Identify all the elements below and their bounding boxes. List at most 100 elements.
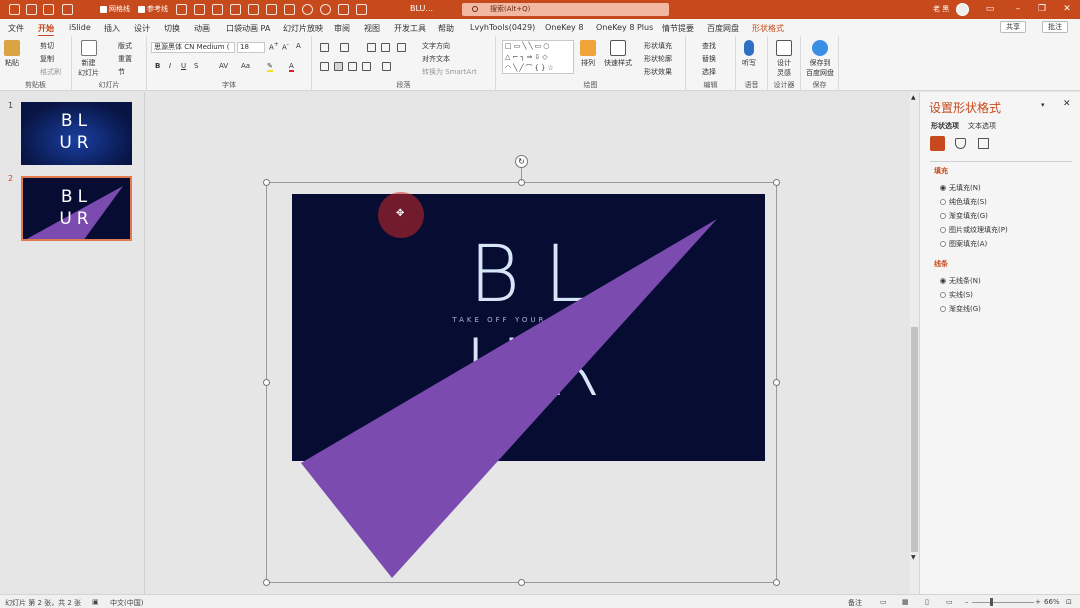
tab-transitions[interactable]: 切换 bbox=[164, 23, 180, 34]
paste-button[interactable]: 粘贴 bbox=[4, 40, 20, 68]
ribbon-display-icon[interactable]: ▭ bbox=[983, 2, 997, 16]
bullets-icon[interactable] bbox=[320, 43, 329, 52]
picture-fill-radio[interactable]: 图片或纹理填充(P) bbox=[940, 225, 1008, 235]
text-direction-button[interactable]: 文字方向 bbox=[422, 41, 450, 51]
zoom-slider[interactable] bbox=[972, 602, 1034, 603]
resize-handle[interactable] bbox=[773, 379, 780, 386]
document-name[interactable]: BLU... bbox=[410, 4, 433, 13]
cut-button[interactable]: 剪切 bbox=[40, 41, 54, 51]
rotate-handle-icon[interactable]: ↻ bbox=[515, 155, 528, 168]
resize-handle[interactable] bbox=[263, 379, 270, 386]
font-color-icon[interactable]: A bbox=[289, 62, 294, 72]
align-left-icon[interactable] bbox=[320, 62, 329, 71]
pane-close-icon[interactable]: ✕ bbox=[1063, 99, 1071, 109]
restore-icon[interactable]: ❐ bbox=[1035, 2, 1049, 16]
increase-indent-icon[interactable] bbox=[381, 43, 390, 52]
resize-handle[interactable] bbox=[518, 579, 525, 586]
align-right-icon[interactable] bbox=[348, 62, 357, 71]
tab-islide[interactable]: iSlide bbox=[69, 23, 91, 32]
notes-button[interactable]: 备注 bbox=[848, 598, 862, 608]
tab-insert[interactable]: 插入 bbox=[104, 23, 120, 34]
select-button[interactable]: 选择 bbox=[702, 67, 716, 77]
resize-handle[interactable] bbox=[773, 579, 780, 586]
find-button[interactable]: 查找 bbox=[702, 41, 716, 51]
solid-line-radio[interactable]: 实线(S) bbox=[940, 290, 973, 300]
slide-sorter-icon[interactable]: ▦ bbox=[902, 598, 909, 606]
font-name-select[interactable]: 思源黑体 CN Medium ( bbox=[151, 42, 235, 53]
tab-animations[interactable]: 动画 bbox=[194, 23, 210, 34]
underline-icon[interactable]: U bbox=[181, 62, 186, 70]
redo-icon[interactable] bbox=[43, 4, 54, 15]
arrange-button[interactable]: 排列 bbox=[580, 40, 596, 68]
toolbar-icon[interactable] bbox=[176, 4, 187, 15]
scroll-up-icon[interactable]: ▲ bbox=[911, 94, 916, 101]
normal-view-icon[interactable]: ▭ bbox=[880, 598, 887, 606]
char-spacing-icon[interactable]: AV bbox=[219, 62, 228, 70]
zoom-in-icon[interactable]: + bbox=[1035, 598, 1041, 606]
minimize-icon[interactable]: – bbox=[1011, 2, 1025, 16]
zoom-out-icon[interactable]: – bbox=[965, 598, 969, 606]
save-icon[interactable] bbox=[9, 4, 20, 15]
effects-icon[interactable] bbox=[955, 138, 966, 149]
tab-text-options[interactable]: 文本选项 bbox=[968, 121, 996, 131]
save-to-baidu-button[interactable]: 保存到 百度网盘 bbox=[806, 40, 834, 78]
solid-fill-radio[interactable]: 纯色填充(S) bbox=[940, 197, 987, 207]
no-line-radio[interactable]: 无线条(N) bbox=[940, 276, 981, 286]
gradient-fill-radio[interactable]: 渐变填充(G) bbox=[940, 211, 988, 221]
decrease-indent-icon[interactable] bbox=[367, 43, 376, 52]
bold-icon[interactable]: B bbox=[155, 62, 160, 70]
slide-thumbnail[interactable]: BL UR bbox=[21, 102, 132, 165]
columns-icon[interactable] bbox=[382, 62, 391, 71]
tab-help[interactable]: 帮助 bbox=[438, 23, 454, 34]
clear-format-icon[interactable]: A bbox=[296, 42, 301, 50]
gridlines-checkbox[interactable]: 网格线 bbox=[100, 4, 130, 14]
dictate-button[interactable]: 听写 bbox=[742, 40, 756, 68]
fit-slide-icon[interactable]: ⊡ bbox=[1066, 598, 1072, 606]
tab-home[interactable]: 开始 bbox=[38, 23, 54, 37]
tab-baidu-netdisk[interactable]: 百度网盘 bbox=[707, 23, 739, 34]
line-spacing-icon[interactable] bbox=[397, 43, 406, 52]
shape-icon[interactable] bbox=[62, 4, 73, 15]
design-ideas-button[interactable]: 设计 灵感 bbox=[776, 40, 792, 78]
share-button[interactable]: 共享 bbox=[1000, 21, 1026, 33]
resize-handle[interactable] bbox=[773, 179, 780, 186]
guides-checkbox[interactable]: 参考线 bbox=[138, 4, 168, 14]
toolbar-icon[interactable] bbox=[284, 4, 295, 15]
tab-shape-options[interactable]: 形状选项 bbox=[931, 121, 959, 131]
resize-handle[interactable] bbox=[263, 579, 270, 586]
close-icon[interactable]: ✕ bbox=[1060, 2, 1074, 16]
toolbar-icon[interactable] bbox=[266, 4, 277, 15]
reading-view-icon[interactable]: ▯ bbox=[925, 598, 929, 606]
toolbar-icon[interactable] bbox=[248, 4, 259, 15]
highlight-icon[interactable]: ✎ bbox=[267, 62, 273, 72]
toolbar-icon[interactable] bbox=[302, 4, 313, 15]
numbering-icon[interactable] bbox=[340, 43, 349, 52]
toolbar-icon[interactable] bbox=[356, 4, 367, 15]
zoom-level[interactable]: 66% bbox=[1044, 598, 1060, 606]
tab-review[interactable]: 审阅 bbox=[334, 23, 350, 34]
font-size-select[interactable]: 18 bbox=[237, 42, 265, 53]
strikethrough-icon[interactable]: S bbox=[194, 62, 198, 70]
tab-onekey8plus[interactable]: OneKey 8 Plus bbox=[596, 23, 653, 32]
format-painter-button[interactable]: 格式刷 bbox=[40, 67, 61, 77]
accessibility-icon[interactable]: ▣ bbox=[92, 598, 99, 606]
pane-options-icon[interactable]: ▾ bbox=[1041, 101, 1045, 109]
avatar[interactable] bbox=[956, 3, 969, 16]
vertical-scrollbar[interactable]: ▲ ▼ bbox=[910, 92, 919, 594]
justify-icon[interactable] bbox=[362, 62, 371, 71]
shape-outline-button[interactable]: 形状轮廓 bbox=[644, 54, 672, 64]
tab-storyboard[interactable]: 情节提要 bbox=[662, 23, 694, 34]
undo-icon[interactable] bbox=[26, 4, 37, 15]
replace-button[interactable]: 替换 bbox=[702, 54, 716, 64]
shape-fill-button[interactable]: 形状填充 bbox=[644, 41, 672, 51]
tab-shape-format[interactable]: 形状格式 bbox=[752, 23, 784, 34]
toolbar-icon[interactable] bbox=[320, 4, 331, 15]
new-slide-button[interactable]: 新建 幻灯片 bbox=[78, 40, 99, 78]
italic-icon[interactable]: I bbox=[169, 62, 171, 70]
scroll-down-icon[interactable]: ▼ bbox=[911, 554, 916, 561]
toolbar-icon[interactable] bbox=[230, 4, 241, 15]
layout-button[interactable]: 版式 bbox=[118, 41, 132, 51]
reset-button[interactable]: 重置 bbox=[118, 54, 132, 64]
toolbar-icon[interactable] bbox=[212, 4, 223, 15]
shrink-font-icon[interactable]: A- bbox=[282, 42, 289, 51]
